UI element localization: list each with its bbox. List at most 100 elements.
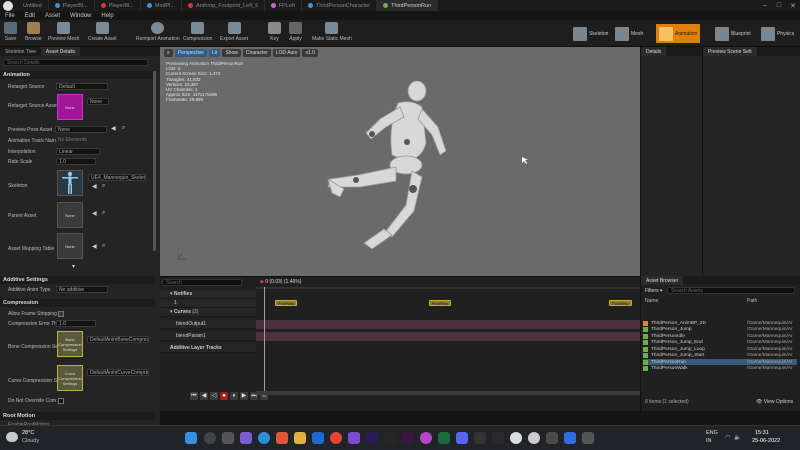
notify-lane[interactable]: FootStep FootStep FootStep xyxy=(256,299,640,308)
app-icon[interactable] xyxy=(582,432,594,444)
browse-button[interactable]: Browse xyxy=(25,22,42,46)
xd-icon[interactable] xyxy=(402,432,414,444)
section-additive-settings[interactable]: Additive Settings xyxy=(0,276,155,284)
rate-scale-input[interactable]: 1.0 xyxy=(56,158,96,165)
anim-notify-marker[interactable]: FootStep xyxy=(428,300,452,306)
browse-search-icon[interactable]: ⌕ xyxy=(122,125,125,132)
asset-list-item[interactable]: ThirdPersonRun/Game/Mannequin/Ar xyxy=(643,359,797,365)
asset-list-item[interactable]: ThirdPerson_Jump_End/Game/Mannequin/Ar xyxy=(643,340,797,346)
notifies-track-header[interactable]: ▾ Notifies xyxy=(160,290,256,299)
curves-track-header[interactable]: ▾ Curves (2) xyxy=(160,308,256,317)
tab-asset-browser[interactable]: Asset Browser xyxy=(641,276,684,285)
asset-list-item[interactable]: ThirdPerson_Jump_Loop/Game/Mannequin/Ar xyxy=(643,346,797,352)
anim-notify-marker[interactable]: FootStep xyxy=(275,300,298,306)
export-asset-button[interactable]: Export Asset xyxy=(220,22,248,46)
preview-viewport[interactable]: ≡ Perspective Lit Show Character LOD Aut… xyxy=(160,47,640,276)
mode-animation[interactable]: Animation xyxy=(656,24,701,43)
column-header-path[interactable]: Path xyxy=(747,298,757,304)
retarget-asset-picker[interactable]: None xyxy=(87,98,109,105)
details-search-input[interactable]: Search Details xyxy=(3,59,148,66)
clock-time[interactable]: 15:31 xyxy=(755,430,769,436)
wifi-icon[interactable]: ◠ xyxy=(725,434,730,441)
asset-list-item[interactable]: ThirdPerson_Jump/Game/Mannequin/Ar xyxy=(643,327,797,333)
view-options-button[interactable]: 👁 View Options xyxy=(756,399,793,405)
step-back-icon[interactable]: ◀ xyxy=(200,392,208,400)
close-icon[interactable]: ✕ xyxy=(786,2,800,10)
file-explorer-icon[interactable] xyxy=(294,432,306,444)
menu-file[interactable]: File xyxy=(0,13,20,19)
key-button[interactable]: Key xyxy=(268,22,281,46)
tab-skeleton-tree[interactable]: Skeleton Tree xyxy=(0,47,41,56)
tab-footprint-left[interactable]: Anthrop_Footprint_Left_ll xyxy=(182,0,265,11)
curve-compression-thumbnail[interactable]: Curve Compression Settings xyxy=(57,365,83,391)
create-asset-button[interactable]: Create Asset xyxy=(88,22,117,46)
clock-date[interactable]: 25-06-2022 xyxy=(752,438,780,444)
browse-search-icon[interactable]: ⌕ xyxy=(102,183,105,190)
tab-playerbl-1[interactable]: PlayerBl... xyxy=(49,0,95,11)
unreal-engine-icon[interactable] xyxy=(528,432,540,444)
unreal-engine-icon[interactable] xyxy=(510,432,522,444)
asset-mapping-thumbnail[interactable]: None xyxy=(57,233,83,259)
go-to-start-icon[interactable]: ⏮ xyxy=(190,392,198,400)
column-header-name[interactable]: Name xyxy=(645,298,658,304)
brave-icon[interactable] xyxy=(276,432,288,444)
browse-search-icon[interactable]: ⌕ xyxy=(102,210,105,217)
parent-asset-thumbnail[interactable]: None xyxy=(57,202,83,228)
premiere-icon[interactable] xyxy=(366,432,378,444)
region-indicator[interactable]: IN xyxy=(706,438,712,444)
tab-preview-scene-settings[interactable]: Preview Scene Sett xyxy=(703,47,757,56)
play-reverse-icon[interactable]: ◁ xyxy=(210,392,218,400)
curve-row-blendoutput1[interactable]: blendOutput1 xyxy=(160,320,256,329)
interpolation-dropdown[interactable]: Linear xyxy=(56,148,100,155)
use-selected-arrow-icon[interactable]: ◀ xyxy=(92,243,97,250)
cloud-weather-icon[interactable] xyxy=(6,432,18,442)
tab-modpl[interactable]: ModPl... xyxy=(141,0,182,11)
curve-lane-2[interactable] xyxy=(256,332,640,341)
do-not-override-checkbox[interactable] xyxy=(58,398,64,404)
preview-mesh-button[interactable]: Preview Mesh xyxy=(48,22,79,46)
edge-icon[interactable] xyxy=(258,432,270,444)
tab-thirdpersoncharacter[interactable]: ThirdPersonCharacter xyxy=(302,0,378,11)
visual-studio-icon[interactable] xyxy=(348,432,360,444)
additive-layer-tracks-header[interactable]: Additive Layer Tracks xyxy=(160,344,256,353)
app-icon[interactable] xyxy=(438,432,450,444)
scroll-down-icon[interactable]: ▾ xyxy=(72,263,75,270)
app-icon[interactable] xyxy=(546,432,558,444)
timeline-scrollbar[interactable] xyxy=(256,391,640,395)
retarget-asset-thumbnail[interactable]: None xyxy=(57,94,83,120)
use-selected-arrow-icon[interactable]: ◀ xyxy=(92,183,97,190)
bone-compression-thumbnail[interactable]: Bone Compression Settings xyxy=(57,331,83,357)
menu-edit[interactable]: Edit xyxy=(20,13,40,19)
discord-icon[interactable] xyxy=(456,432,468,444)
mail-icon[interactable] xyxy=(312,432,324,444)
bone-compression-picker[interactable]: DefaultAnimBoneCompress xyxy=(87,336,149,343)
asset-list-item[interactable]: ThirdPersonWalk/Game/Mannequin/Ar xyxy=(643,366,797,372)
app-icon[interactable] xyxy=(564,432,576,444)
save-button[interactable]: Save xyxy=(4,22,17,46)
menu-asset[interactable]: Asset xyxy=(40,13,65,19)
task-view-icon[interactable] xyxy=(222,432,234,444)
windows-start-icon[interactable] xyxy=(185,432,197,444)
tab-untitled[interactable]: Untitled xyxy=(17,0,49,11)
additive-anim-type-dropdown[interactable]: No additive xyxy=(56,286,108,293)
timeline-search-input[interactable]: Search xyxy=(162,279,242,286)
apply-button[interactable]: Apply xyxy=(289,22,302,46)
curve-lane-1[interactable] xyxy=(256,320,640,329)
reimport-animation-button[interactable]: Reimport Animation xyxy=(136,22,180,46)
skeleton-thumbnail[interactable] xyxy=(57,170,83,196)
app-icon[interactable] xyxy=(474,432,486,444)
widgets-icon[interactable] xyxy=(240,432,252,444)
details-scrollbar[interactable] xyxy=(153,71,156,251)
minimize-icon[interactable]: – xyxy=(758,2,772,10)
menu-window[interactable]: Window xyxy=(65,13,96,19)
use-selected-arrow-icon[interactable]: ◀ xyxy=(111,125,116,132)
section-animation[interactable]: Animation xyxy=(0,71,155,79)
terminal-icon[interactable] xyxy=(492,432,504,444)
mode-mesh[interactable]: Mesh xyxy=(612,24,646,43)
step-forward-icon[interactable]: ▶ xyxy=(240,392,248,400)
retarget-source-dropdown[interactable]: Default xyxy=(56,83,108,90)
asset-list-item[interactable]: ThirdPerson_Jump_Start/Game/Mannequin/Ar xyxy=(643,353,797,359)
menu-help[interactable]: Help xyxy=(96,13,118,19)
record-icon[interactable]: ● xyxy=(220,392,228,400)
browse-search-icon[interactable]: ⌕ xyxy=(102,243,105,250)
